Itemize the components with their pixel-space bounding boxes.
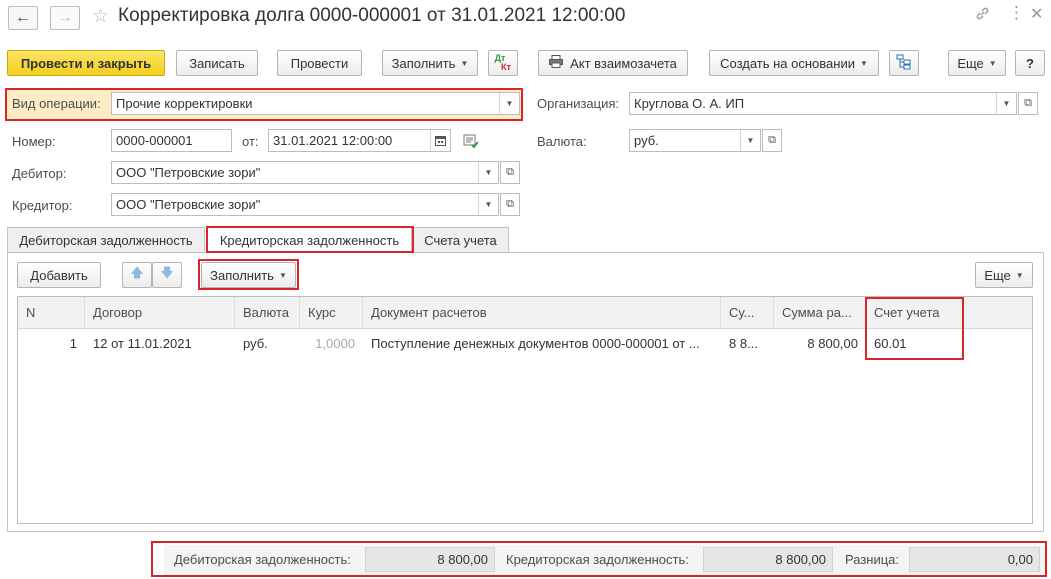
currency-open-button[interactable]: ⧉ xyxy=(762,129,782,152)
col-currency[interactable]: Валюта xyxy=(235,297,300,329)
arrow-up-icon: 🡅 xyxy=(130,265,144,280)
act-offset-button[interactable]: Акт взаимозачета xyxy=(538,50,688,76)
move-down-button[interactable]: 🡇 xyxy=(152,262,182,288)
caret-down-icon: ▼ xyxy=(278,270,287,280)
currency-label: Валюта: xyxy=(537,134,587,149)
more-button[interactable]: Еще ▼ xyxy=(948,50,1006,76)
printer-icon xyxy=(549,55,564,71)
table-fill-button[interactable]: Заполнить ▼ xyxy=(201,262,296,288)
arrow-right-icon: → xyxy=(57,9,73,26)
window-title: Корректировка долга 0000-000001 от 31.01… xyxy=(118,5,626,26)
number-input[interactable]: 0000-000001 xyxy=(111,129,232,152)
organization-select[interactable]: Круглова О. А. ИП ▼ xyxy=(629,92,1017,115)
cell-sum-calc: 8 800,00 xyxy=(807,336,858,351)
post-button[interactable]: Провести xyxy=(277,50,362,76)
caret-down-icon[interactable]: ▼ xyxy=(996,93,1016,114)
document-history-icon[interactable] xyxy=(463,133,479,152)
post-and-close-button[interactable]: Провести и закрыть xyxy=(7,50,165,76)
back-button[interactable]: ← xyxy=(8,6,38,30)
add-row-button[interactable]: Добавить xyxy=(17,262,101,288)
cell-currency: руб. xyxy=(243,336,268,351)
cell-rate: 1,0000 xyxy=(315,336,355,351)
col-sum-calc[interactable]: Сумма ра... xyxy=(774,297,866,329)
caret-down-icon[interactable]: ▼ xyxy=(478,194,498,215)
operation-select[interactable]: Прочие корректировки ▼ xyxy=(111,92,520,115)
favorite-star-icon[interactable]: ☆ xyxy=(92,5,109,28)
tab-payables[interactable]: Кредиторская задолженность xyxy=(207,227,412,253)
creditor-label: Кредитор: xyxy=(12,198,73,213)
receivables-total-label: Дебиторская задолженность: xyxy=(174,552,351,567)
open-window-icon: ⧉ xyxy=(506,198,514,210)
number-label: Номер: xyxy=(12,134,56,149)
arrow-left-icon: ← xyxy=(15,9,31,26)
receivables-total-value: 8 800,00 xyxy=(365,547,495,572)
kebab-menu-icon[interactable]: ⋮ xyxy=(1008,3,1025,23)
table-row[interactable]: 1 12 от 11.01.2021 руб. 1,0000 Поступлен… xyxy=(18,329,1032,359)
col-account[interactable]: Счет учета xyxy=(866,297,1032,329)
dt-kt-button[interactable]: Дт Кт xyxy=(488,50,518,76)
difference-value: 0,00 xyxy=(909,547,1040,572)
col-n[interactable]: N xyxy=(18,297,85,329)
create-based-on-button[interactable]: Создать на основании ▼ xyxy=(709,50,879,76)
open-window-icon: ⧉ xyxy=(768,134,776,146)
table-header: N Договор Валюта Курс Документ расчетов … xyxy=(18,297,1032,329)
caret-down-icon[interactable]: ▼ xyxy=(499,93,519,114)
hierarchy-icon xyxy=(896,54,912,73)
caret-down-icon: ▼ xyxy=(988,58,997,68)
kt-icon: Кт xyxy=(501,62,511,72)
date-label: от: xyxy=(242,134,259,149)
arrow-down-icon: 🡇 xyxy=(160,265,174,280)
caret-down-icon[interactable]: ▼ xyxy=(478,162,498,183)
tab-receivables[interactable]: Дебиторская задолженность xyxy=(7,227,205,253)
date-input[interactable]: 31.01.2021 12:00:00 xyxy=(268,129,451,152)
debtor-label: Дебитор: xyxy=(12,166,67,181)
caret-down-icon[interactable]: ▼ xyxy=(740,130,760,151)
cell-contract: 12 от 11.01.2021 xyxy=(93,336,192,351)
caret-down-icon: ▼ xyxy=(460,58,469,68)
col-contract[interactable]: Договор xyxy=(85,297,235,329)
close-icon[interactable]: ✕ xyxy=(1030,4,1043,24)
fill-dropdown-button[interactable]: Заполнить ▼ xyxy=(382,50,478,76)
payables-total-label: Кредиторская задолженность: xyxy=(506,552,689,567)
help-button[interactable]: ? xyxy=(1015,50,1045,76)
col-rate[interactable]: Курс xyxy=(300,297,363,329)
structure-button[interactable] xyxy=(889,50,919,76)
cell-account: 60.01 xyxy=(874,336,907,351)
forward-button[interactable]: → xyxy=(50,6,80,30)
open-window-icon: ⧉ xyxy=(1024,97,1032,109)
open-window-icon: ⧉ xyxy=(506,166,514,178)
payables-total-value: 8 800,00 xyxy=(703,547,833,572)
operation-label: Вид операции: xyxy=(12,96,101,111)
currency-select[interactable]: руб. ▼ xyxy=(629,129,761,152)
tab-accounts[interactable]: Счета учета xyxy=(412,227,509,253)
link-icon[interactable] xyxy=(975,6,990,25)
debtor-select[interactable]: ООО "Петровские зори" ▼ xyxy=(111,161,499,184)
debts-table[interactable]: N Договор Валюта Курс Документ расчетов … xyxy=(17,296,1033,524)
cell-sum: 8 8... xyxy=(729,336,758,351)
organization-open-button[interactable]: ⧉ xyxy=(1018,92,1038,115)
difference-label: Разница: xyxy=(845,552,900,567)
col-sum[interactable]: Су... xyxy=(721,297,774,329)
cell-n: 1 xyxy=(69,336,77,351)
organization-label: Организация: xyxy=(537,96,620,111)
table-more-button[interactable]: Еще ▼ xyxy=(975,262,1033,288)
save-button[interactable]: Записать xyxy=(176,50,258,76)
caret-down-icon: ▼ xyxy=(859,58,868,68)
move-up-button[interactable]: 🡅 xyxy=(122,262,152,288)
creditor-select[interactable]: ООО "Петровские зори" ▼ xyxy=(111,193,499,216)
debtor-open-button[interactable]: ⧉ xyxy=(500,161,520,184)
creditor-open-button[interactable]: ⧉ xyxy=(500,193,520,216)
caret-down-icon: ▼ xyxy=(1015,270,1024,280)
col-settlement-doc[interactable]: Документ расчетов xyxy=(363,297,721,329)
cell-settlement-doc: Поступление денежных документов 0000-000… xyxy=(371,336,700,351)
calendar-icon[interactable] xyxy=(430,130,450,151)
